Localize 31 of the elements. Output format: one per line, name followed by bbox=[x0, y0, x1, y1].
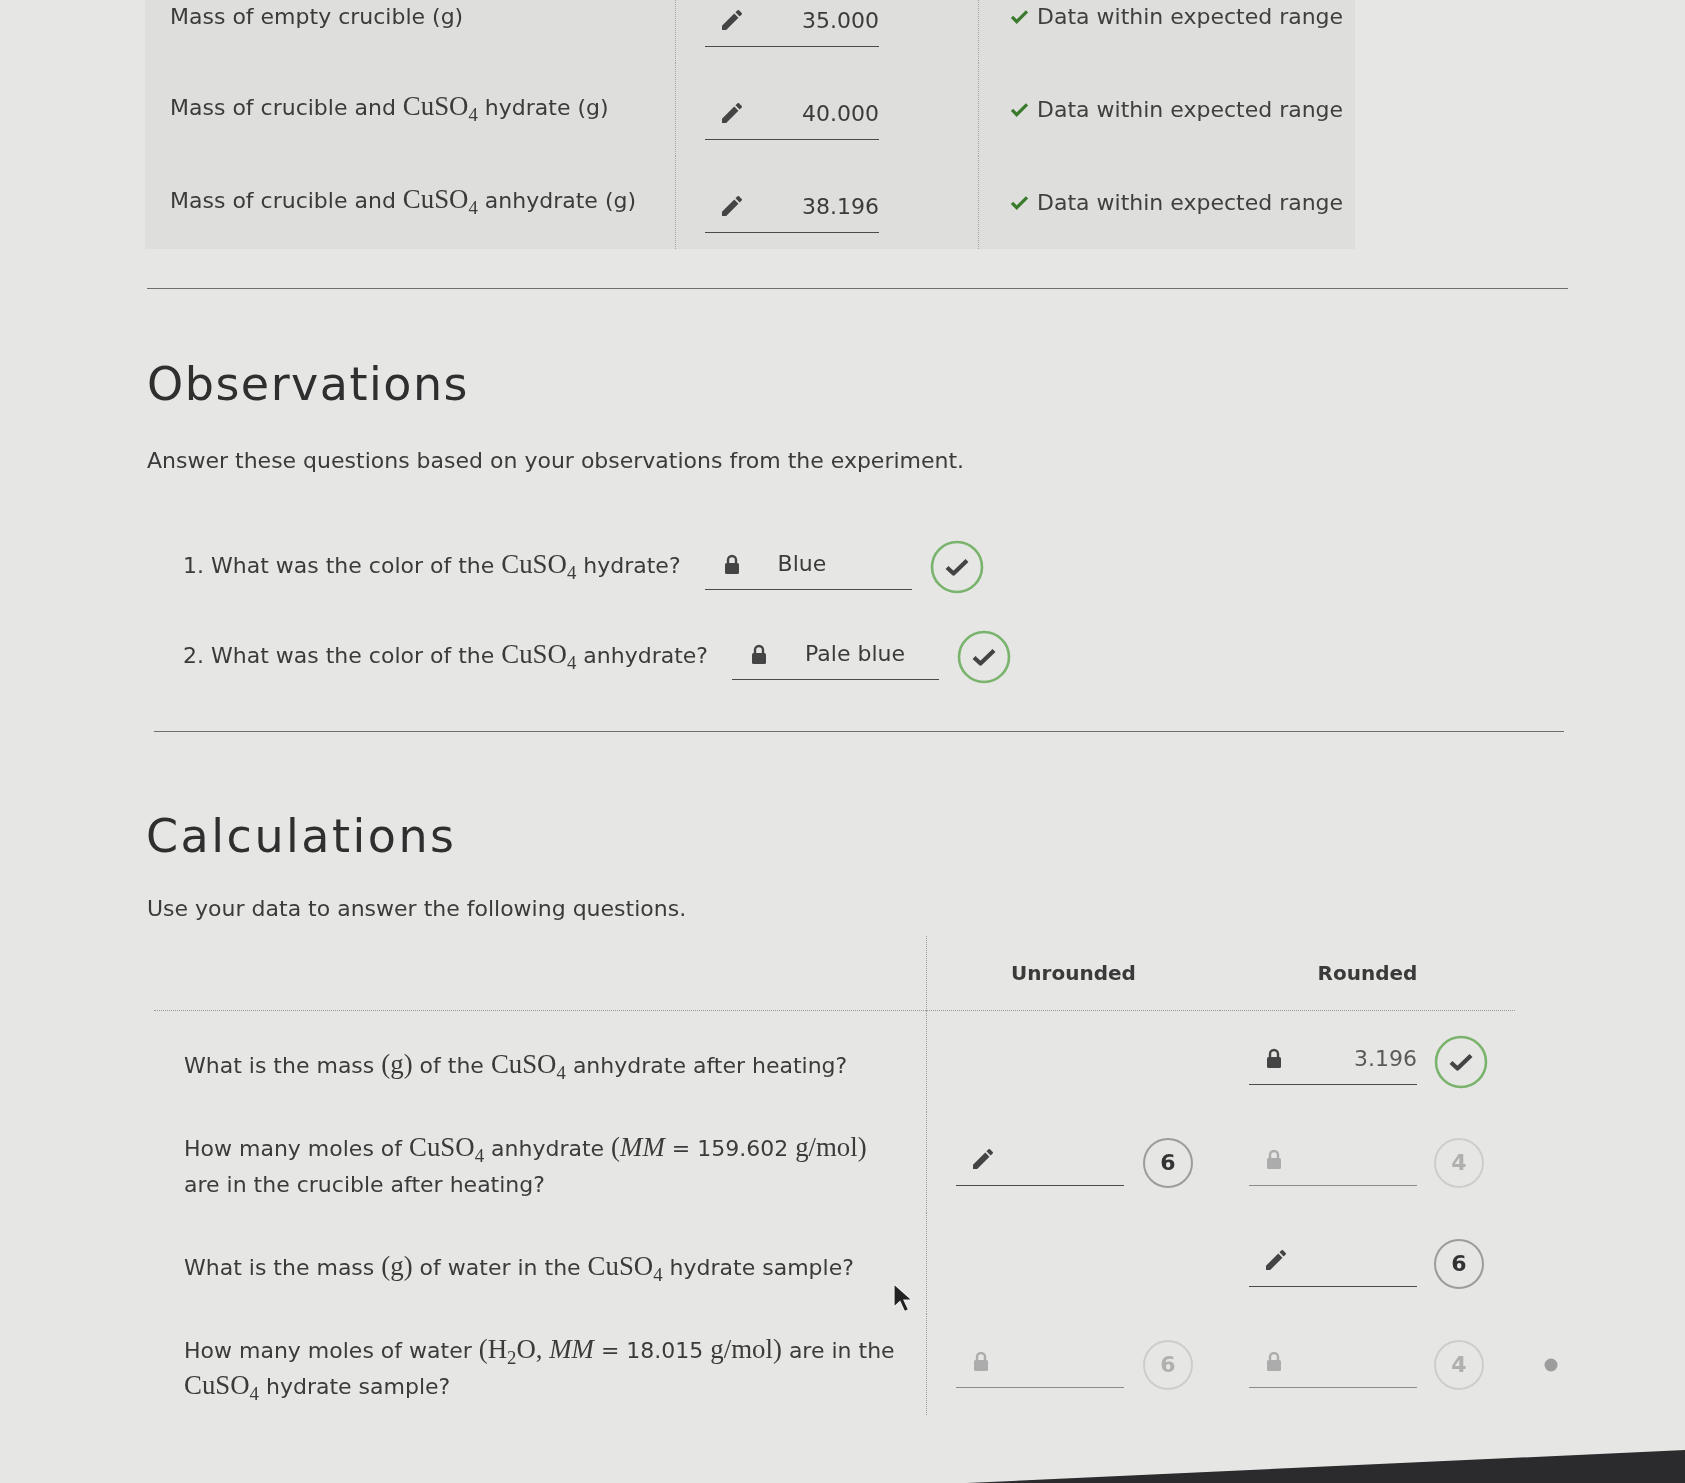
check-icon bbox=[1010, 9, 1029, 24]
input-field[interactable]: 35.000 bbox=[705, 0, 879, 47]
row-label: Mass of crucible and CuSO$_{4}$ hydrate (g) bbox=[170, 93, 609, 126]
question-text: What is the mass (g) of water in the CuSO$_{4}$ hydrate sample? bbox=[184, 1249, 854, 1286]
question-text: 1. What was the color of the CuSO$_{4}$ hydrate? bbox=[183, 550, 681, 584]
status-text: Data within expected range bbox=[1037, 4, 1344, 29]
column-header: Unrounded bbox=[1011, 961, 1136, 985]
row-label: Mass of crucible and CuSO$_{4}$ anhydrate (g) bbox=[170, 186, 637, 219]
row-label: Mass of empty crucible (g) bbox=[170, 4, 464, 29]
answer-field[interactable]: Blue bbox=[704, 546, 912, 590]
question-text: How many moles of water (H$_{2}$O, MM = 18.015 g/mol) are in the CuSO$_{4}$ hydrate sample? bbox=[184, 1332, 896, 1405]
section-heading: Calculations bbox=[146, 810, 458, 862]
input-field[interactable]: 40.000 bbox=[705, 93, 879, 140]
check-circle-icon bbox=[1434, 1034, 1488, 1089]
attempts-badge: 6 bbox=[1143, 1137, 1193, 1188]
check-icon bbox=[1010, 195, 1029, 210]
attempts-badge: 6 bbox=[1434, 1238, 1484, 1289]
question-text: 2. What was the color of the CuSO$_{4}$ anhydrate? bbox=[183, 640, 708, 674]
section-intro: Use your data to answer the following questions. bbox=[147, 895, 688, 923]
check-icon bbox=[1010, 102, 1029, 117]
question-text: How many moles of CuSO$_{4}$ anhydrate (MM = 159.602 g/mol) are in the crucible after heating? bbox=[184, 1130, 868, 1199]
answer-field[interactable]: Pale blue bbox=[732, 636, 939, 680]
column-header: Rounded bbox=[1317, 961, 1418, 985]
section-intro: Answer these questions based on your observations from the experiment. bbox=[147, 447, 966, 475]
input-field[interactable]: 38.196 bbox=[705, 186, 879, 233]
answer-field[interactable]: 3.196 bbox=[1249, 1038, 1417, 1085]
cursor-icon bbox=[893, 1283, 913, 1313]
status-text: Data within expected range bbox=[1037, 97, 1344, 122]
section-heading: Observations bbox=[147, 358, 471, 410]
status-text: Data within expected range bbox=[1037, 190, 1344, 215]
question-text: What is the mass (g) of the CuSO$_{4}$ anhydrate after heating? bbox=[184, 1047, 848, 1084]
